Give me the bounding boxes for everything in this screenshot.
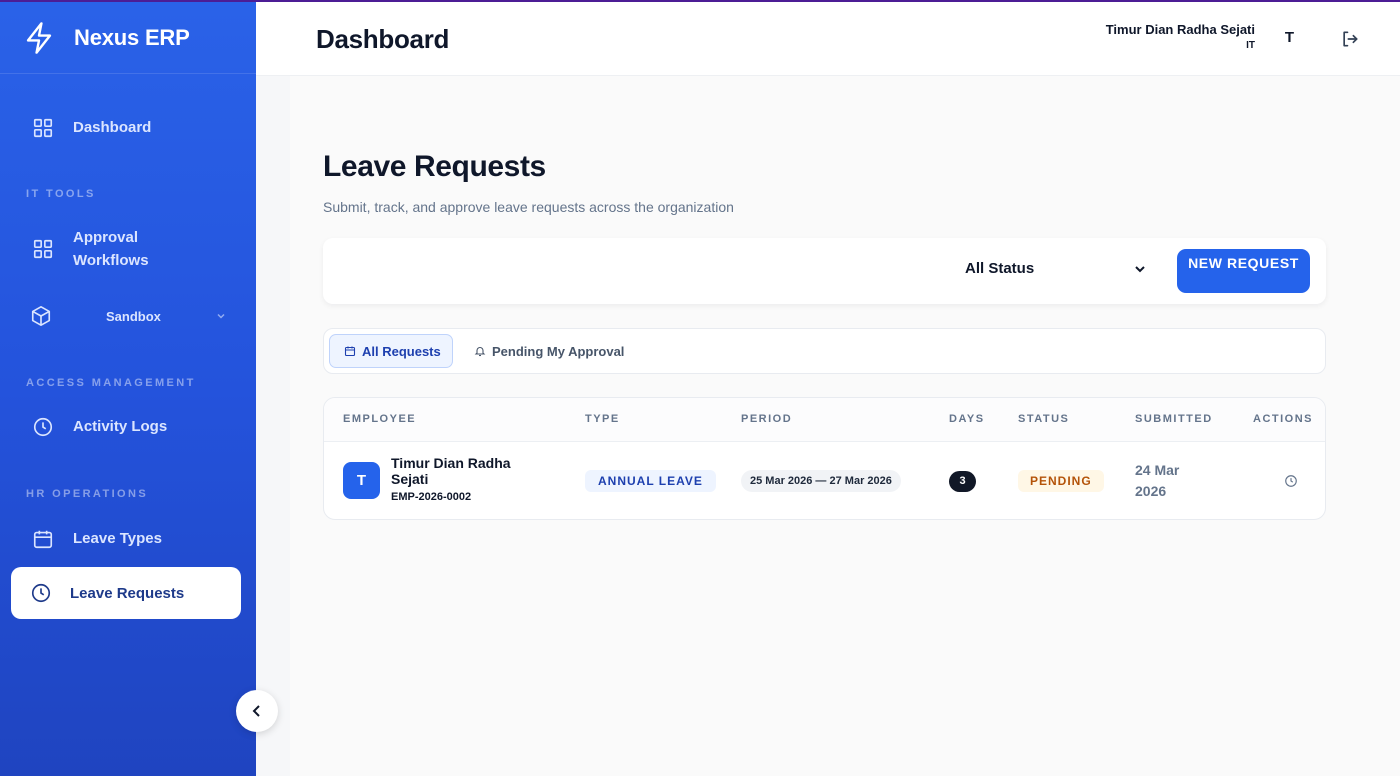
employee-id: EMP-2026-0002 <box>391 491 472 503</box>
sidebar-item-label: Approval Workflows <box>73 229 149 269</box>
status-filter-select[interactable]: All Status <box>965 260 1147 277</box>
leave-days-badge: 3 <box>949 471 976 492</box>
sidebar-item-approval-workflows[interactable]: Approval Workflows <box>11 226 211 272</box>
tab-all-requests[interactable]: All Requests <box>329 334 453 368</box>
leave-requests-table: EMPLOYEE TYPE PERIOD DAYS STATUS SUBMITT… <box>323 397 1326 520</box>
column-header-employee: EMPLOYEE <box>343 413 417 425</box>
top-header: Dashboard Timur Dian Radha Sejati IT T <box>256 2 1400 76</box>
clock-icon <box>31 583 51 603</box>
calendar-icon <box>344 346 356 357</box>
sidebar-item-sandbox[interactable]: Sandbox <box>30 305 226 327</box>
chevron-down-icon <box>1135 265 1145 272</box>
sidebar-item-label: Leave Requests <box>70 584 185 602</box>
section-title: Leave Requests <box>323 150 546 183</box>
sidebar-item-label: Leave Types <box>73 530 162 547</box>
tabs-bar: All Requests Pending My Approval <box>323 328 1326 374</box>
grid-icon <box>33 118 53 137</box>
leave-type-badge: ANNUAL LEAVE <box>585 470 716 492</box>
chevron-down-icon <box>217 313 225 319</box>
column-header-status: STATUS <box>1018 413 1070 425</box>
section-label-it-tools: IT TOOLS <box>26 188 96 200</box>
avatar[interactable]: T <box>1285 29 1294 46</box>
filter-bar: All Status NEW REQUEST <box>323 238 1326 304</box>
column-header-period: PERIOD <box>741 413 793 425</box>
clock-icon[interactable] <box>1284 474 1298 488</box>
sidebar-item-leave-requests[interactable]: Leave Requests <box>11 567 241 619</box>
table-row[interactable]: T Timur Dian Radha Sejati EMP-2026-0002 … <box>324 442 1325 519</box>
column-header-actions: ACTIONS <box>1253 413 1313 425</box>
bell-icon <box>474 347 486 357</box>
logout-icon[interactable] <box>1340 29 1360 49</box>
app-name: Nexus ERP <box>74 24 190 50</box>
column-header-submitted: SUBMITTED <box>1135 413 1213 425</box>
brand[interactable]: Nexus ERP <box>0 2 256 74</box>
section-label-hr-operations: HR OPERATIONS <box>26 488 149 500</box>
sidebar-item-activity-logs[interactable]: Activity Logs <box>11 415 241 438</box>
top-accent-line <box>0 0 1400 2</box>
sidebar-item-label: Dashboard <box>73 119 152 136</box>
employee-avatar: T <box>343 462 380 499</box>
section-label-access-management: ACCESS MANAGEMENT <box>26 377 196 389</box>
leave-period: 25 Mar 2026 — 27 Mar 2026 <box>741 470 901 492</box>
chevron-left-icon <box>252 705 260 717</box>
tab-pending-my-approval[interactable]: Pending My Approval <box>474 334 624 368</box>
sidebar-collapse-button[interactable] <box>236 690 278 732</box>
sidebar-item-label: Sandbox <box>106 308 161 324</box>
clock-icon <box>33 417 53 436</box>
tab-label: All Requests <box>362 343 441 359</box>
column-header-days: DAYS <box>949 413 985 425</box>
status-badge: PENDING <box>1018 470 1104 492</box>
page-title: Dashboard <box>316 24 450 54</box>
sidebar: Nexus ERP Dashboard IT TOOLS Approval Wo… <box>0 2 256 776</box>
user-name[interactable]: Timur Dian Radha Sejati <box>1106 22 1255 37</box>
table-header: EMPLOYEE TYPE PERIOD DAYS STATUS SUBMITT… <box>324 398 1325 442</box>
tab-label: Pending My Approval <box>492 343 625 359</box>
new-request-button[interactable]: NEW REQUEST <box>1177 249 1310 293</box>
column-header-type: TYPE <box>585 413 620 425</box>
sidebar-item-label: Activity Logs <box>73 418 168 435</box>
submitted-date: 24 Mar 2026 <box>1135 462 1180 499</box>
sidebar-item-dashboard[interactable]: Dashboard <box>11 116 241 139</box>
sidebar-item-leave-types[interactable]: Leave Types <box>11 527 241 550</box>
status-filter-value: All Status <box>965 260 1035 277</box>
section-subtitle: Submit, track, and approve leave request… <box>323 199 734 215</box>
bolt-icon <box>26 21 52 54</box>
employee-name: Timur Dian Radha Sejati <box>391 455 511 487</box>
box-icon <box>31 306 51 326</box>
grid-icon <box>33 239 53 259</box>
calendar-icon <box>33 530 53 548</box>
user-department: IT <box>1246 40 1255 51</box>
